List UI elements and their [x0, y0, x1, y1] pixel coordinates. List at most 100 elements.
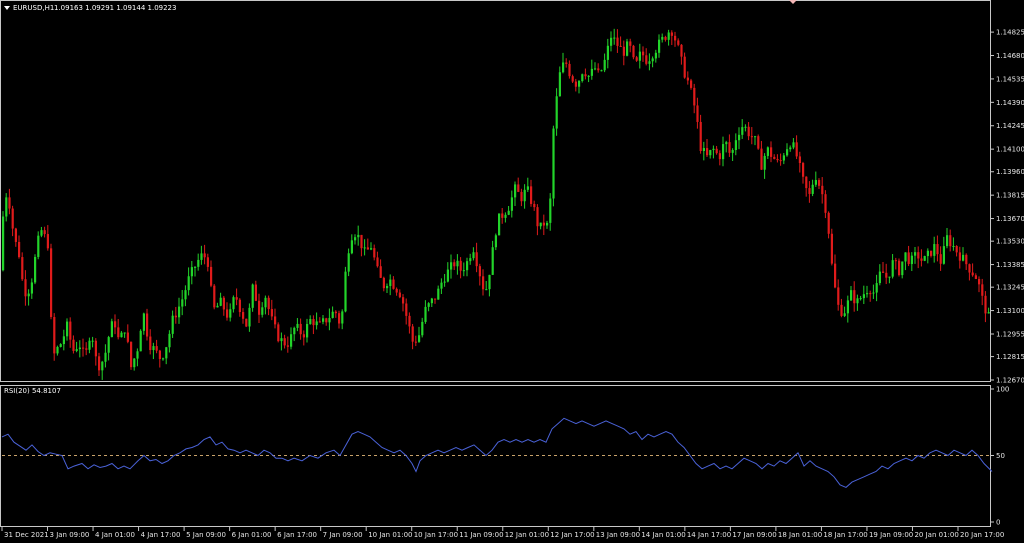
candle-body — [878, 271, 881, 284]
candle-body — [818, 180, 821, 186]
candle-body — [494, 235, 497, 248]
candle-body — [738, 134, 741, 141]
candle-body — [392, 279, 395, 289]
candle-body — [267, 297, 270, 310]
candle-body — [510, 197, 513, 211]
candle-body — [776, 158, 779, 161]
candle-body — [754, 136, 757, 138]
candle-body — [862, 294, 865, 299]
candle-body — [635, 57, 638, 61]
candle-body — [456, 260, 459, 267]
candle-body — [971, 272, 974, 276]
candle-body — [213, 285, 216, 308]
candle-body — [430, 298, 433, 304]
candle-body — [974, 275, 977, 279]
candle-body — [27, 293, 30, 297]
candle-body — [613, 37, 616, 39]
candle-body — [261, 307, 264, 315]
candle-body — [315, 321, 318, 326]
price-tick-label: 1.14535 — [996, 75, 1024, 83]
candle-body — [14, 228, 17, 242]
candle-body — [379, 266, 382, 278]
candle-body — [235, 297, 238, 300]
candle-body — [126, 332, 129, 342]
candle-body — [597, 68, 600, 71]
price-tick-label: 1.12670 — [996, 377, 1024, 385]
candle-body — [926, 250, 929, 257]
price-tick-label: 1.13670 — [996, 215, 1024, 223]
candle-body — [290, 334, 293, 347]
candle-body — [594, 68, 597, 70]
candle-body — [853, 290, 856, 304]
candle-body — [347, 253, 350, 272]
candle-body — [712, 148, 715, 151]
candle-body — [443, 281, 446, 283]
candle-body — [587, 75, 590, 77]
candle-body — [645, 55, 648, 64]
candle-body — [706, 148, 709, 156]
candle-body — [917, 252, 920, 259]
candle-body — [91, 340, 94, 342]
time-tick-label: 13 Jan 09:00 — [596, 531, 640, 539]
candle-body — [101, 361, 104, 371]
candle-body — [734, 140, 737, 151]
candle-body — [248, 307, 251, 327]
candle-body — [229, 309, 232, 318]
candle-body — [670, 32, 673, 36]
candle-body — [622, 46, 625, 56]
time-tick-label: 19 Jan 09:00 — [869, 531, 913, 539]
candle-body — [869, 293, 872, 295]
candle-body — [786, 149, 789, 156]
candle-body — [446, 269, 449, 282]
candle-body — [542, 222, 545, 226]
candle-body — [50, 248, 53, 318]
candle-body — [299, 323, 302, 335]
candle-body — [802, 162, 805, 177]
candle-body — [846, 300, 849, 314]
time-tick-label: 6 Jan 01:00 — [232, 531, 272, 539]
candle-body — [398, 292, 401, 298]
candle-body — [2, 216, 5, 271]
candle-body — [421, 321, 424, 336]
price-tick-label: 1.13385 — [996, 261, 1024, 269]
candle-body — [808, 188, 811, 194]
candle-body — [779, 160, 782, 162]
symbol-title: EURUSD,H1 — [13, 4, 54, 12]
candle-body — [258, 300, 261, 315]
candle-body — [382, 277, 385, 289]
rsi-tick-label: 0 — [996, 519, 1000, 527]
candle-body — [520, 191, 523, 202]
candle-body — [904, 252, 907, 262]
candle-body — [504, 214, 507, 218]
candle-body — [533, 203, 536, 208]
candle-body — [146, 313, 149, 337]
candle-body — [331, 311, 334, 318]
time-tick-label: 3 Jan 09:00 — [50, 531, 90, 539]
rsi-tick-label: 100 — [996, 386, 1009, 394]
candle-body — [824, 194, 827, 213]
candle-body — [277, 324, 280, 342]
candle-body — [162, 358, 165, 360]
candle-body — [40, 230, 43, 236]
candle-body — [306, 323, 309, 338]
candle-body — [184, 290, 187, 300]
candle-body — [600, 70, 603, 72]
price-tick-label: 1.13530 — [996, 238, 1024, 246]
candle-body — [178, 306, 181, 318]
candle-body — [405, 303, 408, 316]
candle-body — [238, 299, 241, 313]
candle-body — [667, 32, 670, 40]
time-tick-label: 7 Jan 09:00 — [323, 531, 363, 539]
candle-body — [437, 288, 440, 300]
candle-body — [366, 247, 369, 250]
candle-body — [136, 351, 139, 359]
candle-body — [968, 264, 971, 273]
candle-body — [62, 336, 65, 345]
candle-body — [978, 278, 981, 285]
candle-body — [910, 255, 913, 265]
candle-body — [875, 283, 878, 293]
candle-body — [514, 184, 517, 198]
price-tick-label: 1.12955 — [996, 330, 1024, 338]
time-tick-label: 5 Jan 09:00 — [186, 531, 226, 539]
candle-body — [21, 257, 24, 280]
